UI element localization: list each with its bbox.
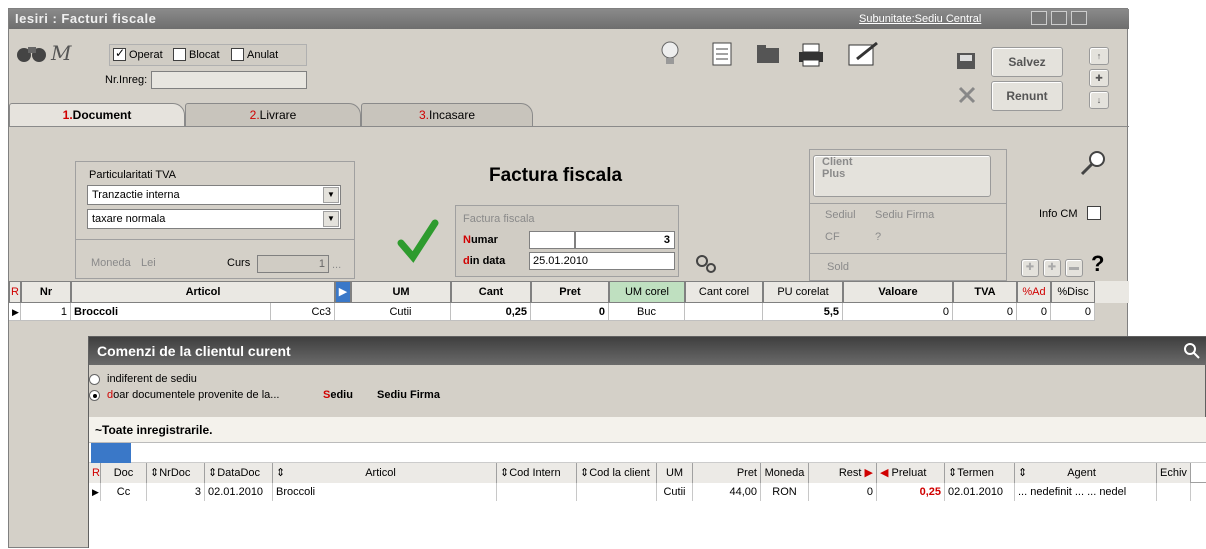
moneda-label: Moneda	[91, 257, 131, 269]
gears-icon[interactable]	[693, 251, 719, 275]
window-title: Iesiri : Facturi fiscale	[15, 11, 157, 26]
din-data-label: din data	[463, 255, 506, 267]
table-row[interactable]: ▶ 1 Broccoli Cc3 Cutii 0,25 0 Buc 5,5 0 …	[9, 303, 1095, 321]
radio-indiferent[interactable]	[89, 373, 100, 385]
numar-label: Numar	[463, 234, 498, 246]
info-cm-checkbox[interactable]	[1087, 206, 1101, 220]
comenzi-title: Comenzi de la clientul curent	[97, 343, 291, 359]
salvez-button[interactable]: Salvez	[991, 47, 1063, 77]
expand-icon[interactable]: ▶	[335, 281, 351, 303]
din-data-field[interactable]: 25.01.2010	[529, 252, 675, 270]
title-bar: Iesiri : Facturi fiscale Subunitate:Sedi…	[9, 9, 1129, 29]
comenzi-dialog: Comenzi de la clientul curent indiferent…	[88, 336, 1206, 549]
tab-incasare[interactable]: 3.Incasare	[361, 103, 533, 127]
close-icon[interactable]	[1071, 11, 1087, 25]
row-pointer-icon: ▶	[9, 303, 21, 321]
delete-row-icon[interactable]: ▬	[1065, 259, 1083, 277]
save-disk-icon[interactable]	[955, 47, 977, 71]
sold-label: Sold	[827, 261, 850, 273]
tva-title: Particularitati TVA	[89, 169, 177, 181]
magnifier-icon[interactable]	[1079, 149, 1107, 177]
checkmark-icon[interactable]	[397, 219, 439, 263]
restore-icon[interactable]	[1051, 11, 1067, 25]
folder-open-icon[interactable]	[755, 43, 781, 65]
document-grid-header: R Nr Articol ▶ UM Cant Pret UM corel Can…	[9, 281, 1129, 303]
minimize-icon[interactable]	[1031, 11, 1047, 25]
chevron-down-icon[interactable]: ▼	[323, 211, 339, 227]
numar-field[interactable]: 3	[575, 231, 675, 249]
add-row-icon[interactable]: ✚	[1021, 259, 1039, 277]
sediul-label: Sediul	[825, 209, 856, 221]
operat-label: Operat	[129, 49, 163, 61]
cf-label: CF	[825, 231, 840, 243]
subunitate-link[interactable]: Subunitate:Sediu Central	[859, 13, 981, 25]
opt-doar-label: doar documentele provenite de la...	[107, 389, 280, 401]
insert-row-icon[interactable]: ✚	[1043, 259, 1061, 277]
operat-checkbox[interactable]	[113, 46, 126, 61]
tab-document[interactable]: 1.Document	[9, 103, 185, 127]
sediul-value: Sediu Firma	[875, 209, 935, 221]
sediu-value: Sediu Firma	[377, 389, 440, 401]
curs-ellipsis-button[interactable]: ...	[332, 259, 341, 271]
client-plus-button[interactable]: Client Plus	[813, 155, 991, 197]
renunt-button[interactable]: Renunt	[991, 81, 1063, 111]
anulat-checkbox[interactable]	[231, 48, 244, 61]
table-row[interactable]: ▶ Cc 3 02.01.2010 Broccoli Cutii 44,00 R…	[89, 483, 1191, 501]
comenzi-grid-header: R Doc ⇕NrDoc ⇕DataDoc ⇕ Articol ⇕Cod Inte…	[89, 463, 1206, 483]
taxare-combo[interactable]: taxare normala ▼	[87, 209, 341, 229]
factura-box-label: Factura fiscala	[463, 213, 535, 225]
help-icon[interactable]: ?	[1091, 251, 1104, 277]
blocat-label: Blocat	[189, 49, 220, 61]
chevron-down-icon[interactable]: ▼	[323, 187, 339, 203]
anulat-label: Anulat	[247, 49, 279, 61]
tranzactie-combo[interactable]: Tranzactie interna ▼	[87, 185, 341, 205]
numar-series-field[interactable]	[529, 231, 575, 249]
curs-field[interactable]: 1	[257, 255, 329, 273]
radio-doar[interactable]	[89, 389, 100, 401]
filter-row[interactable]	[89, 443, 1206, 463]
search-icon[interactable]	[1183, 342, 1201, 360]
cancel-x-icon[interactable]	[957, 85, 977, 105]
printer-icon[interactable]	[797, 43, 825, 67]
m-icon[interactable]: M	[51, 41, 71, 65]
arrow-up-icon[interactable]: ↑	[1089, 47, 1109, 65]
lightbulb-icon[interactable]	[659, 39, 681, 69]
filter-label: ~Toate inregistrarile.	[95, 423, 213, 437]
tab-livrare[interactable]: 2.Livrare	[185, 103, 361, 127]
page-title: Factura fiscala	[489, 165, 623, 186]
info-cm-label: Info CM	[1039, 208, 1078, 220]
edit-form-icon[interactable]	[847, 41, 881, 67]
filter-bar: ~Toate inregistrarile.	[89, 417, 1206, 443]
nr-inreg-label: Nr.Inreg:	[105, 74, 148, 86]
moneda-value: Lei	[141, 257, 156, 269]
cf-value: ?	[875, 231, 882, 243]
curs-label: Curs	[227, 257, 251, 269]
binoculars-icon[interactable]	[15, 41, 49, 65]
comenzi-title-bar: Comenzi de la clientul curent	[89, 337, 1206, 365]
row-pointer-icon: ▶	[89, 483, 101, 501]
plus-nav-icon[interactable]: ✚	[1089, 69, 1109, 87]
nr-inreg-field[interactable]	[151, 71, 307, 89]
opt-indiferent-label: indiferent de sediu	[107, 373, 197, 385]
blocat-checkbox[interactable]	[173, 48, 186, 61]
sediu-label: Sediu	[323, 389, 353, 401]
document-list-icon[interactable]	[709, 41, 735, 67]
arrow-down-icon[interactable]: ↓	[1089, 91, 1109, 109]
